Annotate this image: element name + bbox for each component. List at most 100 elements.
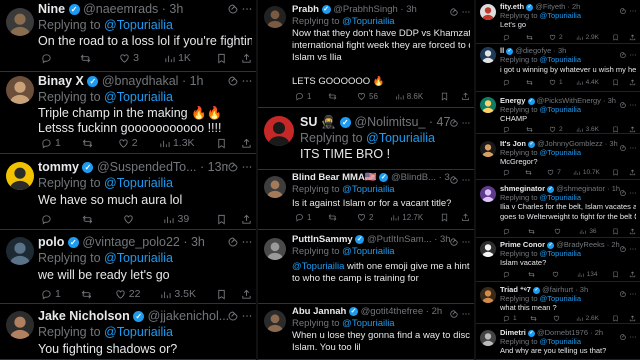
repost-button[interactable] <box>522 169 535 176</box>
views-button[interactable]: 1K <box>161 52 191 64</box>
reply-tweet[interactable]: Energy ✓ @PicksWithEnergy · 3h Replying t… <box>476 92 640 134</box>
author-name[interactable]: Dimetri <box>500 328 526 337</box>
reply-button[interactable] <box>500 34 513 41</box>
mention-link[interactable]: @Topuriailia <box>366 131 435 145</box>
reply-button[interactable] <box>500 79 513 86</box>
share-button[interactable] <box>458 213 470 222</box>
reply-tweet[interactable]: Triad ⁺ᵉ7 ✓ @fairhurt · 3h Replying to @T… <box>476 282 640 324</box>
bookmark-button[interactable] <box>609 126 619 133</box>
share-button[interactable] <box>626 79 636 86</box>
reply-tweet[interactable]: Dimetri ✓ @Dornebt1976 · 2h Replying to @… <box>476 324 640 360</box>
share-button[interactable] <box>626 126 636 133</box>
avatar[interactable] <box>264 6 286 28</box>
author-handle[interactable]: @PrabhhSingh <box>333 4 398 15</box>
reply-tweet[interactable]: Binay X ✓ @bnaydhakal · 1h Replying to @T… <box>0 72 256 154</box>
like-button[interactable]: 2 <box>546 34 563 41</box>
share-button[interactable] <box>238 138 252 149</box>
reply-tweet[interactable]: fity.eth ✓ @Fityeth · 2h Replying to @Top… <box>476 0 640 44</box>
reply-tweet[interactable]: It's Jon ✓ @JohnnyGomblezz · 3h Replying … <box>476 134 640 180</box>
mention-link[interactable]: @Topuriailia <box>540 55 581 64</box>
mention-link[interactable]: @Topuriailia <box>104 251 173 265</box>
author-handle[interactable]: @Dornebt1976 <box>537 328 588 337</box>
repost-button[interactable] <box>79 138 96 149</box>
like-button[interactable]: 2 <box>354 213 374 222</box>
avatar[interactable] <box>480 186 496 202</box>
timestamp[interactable]: 1h <box>190 74 204 88</box>
mention-link[interactable]: @Topuriailia <box>540 193 581 202</box>
avatar[interactable] <box>264 238 286 260</box>
author-handle[interactable]: @PutItInSam... <box>367 234 432 245</box>
views-button[interactable]: 1.3K <box>156 137 195 149</box>
repost-button[interactable] <box>79 214 96 225</box>
author-name[interactable]: Binay X <box>38 74 84 88</box>
bookmark-button[interactable] <box>609 271 619 278</box>
timestamp[interactable]: 3h <box>169 2 183 16</box>
like-button[interactable] <box>551 228 564 235</box>
avatar[interactable] <box>6 162 34 190</box>
mention-link[interactable]: @Topuriailia <box>540 105 581 114</box>
mention-link[interactable]: @Topuriailia <box>540 148 581 157</box>
repost-button[interactable] <box>77 53 94 64</box>
author-handle[interactable]: @PicksWithEnergy <box>537 96 601 105</box>
bookmark-button[interactable] <box>609 228 619 235</box>
bookmark-button[interactable] <box>609 34 619 41</box>
reply-tweet[interactable]: Blind Bear MMA🇺🇸 ✓ @BlindB... · 3hReplyi… <box>258 170 474 230</box>
avatar[interactable] <box>480 97 496 113</box>
author-handle[interactable]: @Nolimitsu_ <box>354 115 425 129</box>
mention-link[interactable]: @Topuriailia <box>540 11 581 20</box>
author-handle[interactable]: @Fityeth <box>535 2 565 11</box>
avatar[interactable] <box>264 116 294 146</box>
reply-button[interactable] <box>500 169 513 176</box>
timestamp[interactable]: 3h <box>558 46 566 55</box>
bookmark-button[interactable] <box>609 169 619 176</box>
timestamp[interactable]: 2h <box>595 328 603 337</box>
views-button[interactable]: 12.7K <box>387 213 423 222</box>
author-handle[interactable]: @JohnnyGomblezz <box>537 139 603 148</box>
like-button[interactable]: 1 <box>546 79 563 86</box>
author-name[interactable]: PuttInSammy <box>292 234 353 245</box>
avatar[interactable] <box>480 47 496 63</box>
author-name[interactable]: Triad ⁺ᵉ7 <box>500 285 531 294</box>
timestamp[interactable]: 2h <box>432 306 443 317</box>
author-handle[interactable]: @BlindB... <box>391 172 436 183</box>
like-button[interactable]: 2 <box>115 137 138 149</box>
author-handle[interactable]: @jjakenichol... <box>148 309 228 323</box>
mention-link[interactable]: @Topuriailia <box>342 16 394 27</box>
share-button[interactable] <box>238 289 252 300</box>
reply-button[interactable] <box>500 228 513 235</box>
like-button[interactable]: 56 <box>354 92 378 101</box>
mention-link[interactable]: @Topuriailia <box>342 184 394 195</box>
author-handle[interactable]: @naeemrads <box>83 2 158 16</box>
views-button[interactable]: 2.6K <box>573 315 599 322</box>
author-handle[interactable]: @diegofye <box>515 46 551 55</box>
reply-tweet[interactable]: shmeginator ✓ @shmeginator · 1h Replying … <box>476 180 640 238</box>
author-name[interactable]: Blind Bear MMA🇺🇸 <box>292 172 377 183</box>
mention-link[interactable]: @Topuriailia <box>104 176 173 190</box>
reply-button[interactable]: 1 <box>38 137 61 149</box>
reply-tweet[interactable]: Nine ✓ @naeemrads · 3h Replying to @Topur… <box>0 0 256 72</box>
views-button[interactable]: 3.5K <box>157 288 196 300</box>
timestamp[interactable]: 3h <box>608 96 616 105</box>
timestamp[interactable]: 47m <box>437 115 450 129</box>
repost-button[interactable] <box>523 34 536 41</box>
avatar[interactable] <box>480 287 496 303</box>
reply-button[interactable] <box>38 214 55 225</box>
bookmark-button[interactable] <box>609 315 619 322</box>
author-handle[interactable]: @shmeginator <box>556 184 605 193</box>
bookmark-button[interactable] <box>213 53 227 64</box>
avatar[interactable] <box>264 310 286 332</box>
timestamp[interactable]: 13m <box>208 160 228 174</box>
share-button[interactable] <box>238 214 252 225</box>
mention-link[interactable]: @Topuriailia <box>104 18 173 32</box>
repost-button[interactable] <box>525 228 538 235</box>
repost-button[interactable] <box>523 126 536 133</box>
author-name[interactable]: Prime Conor <box>500 240 545 249</box>
bookmark-button[interactable] <box>213 214 227 225</box>
like-button[interactable]: 7 <box>544 169 561 176</box>
author-name[interactable]: Energy <box>500 96 525 105</box>
like-button[interactable]: 3 <box>116 52 139 64</box>
reply-button[interactable] <box>38 53 55 64</box>
share-button[interactable] <box>458 92 470 101</box>
reply-button[interactable] <box>500 126 513 133</box>
avatar[interactable] <box>264 176 286 198</box>
